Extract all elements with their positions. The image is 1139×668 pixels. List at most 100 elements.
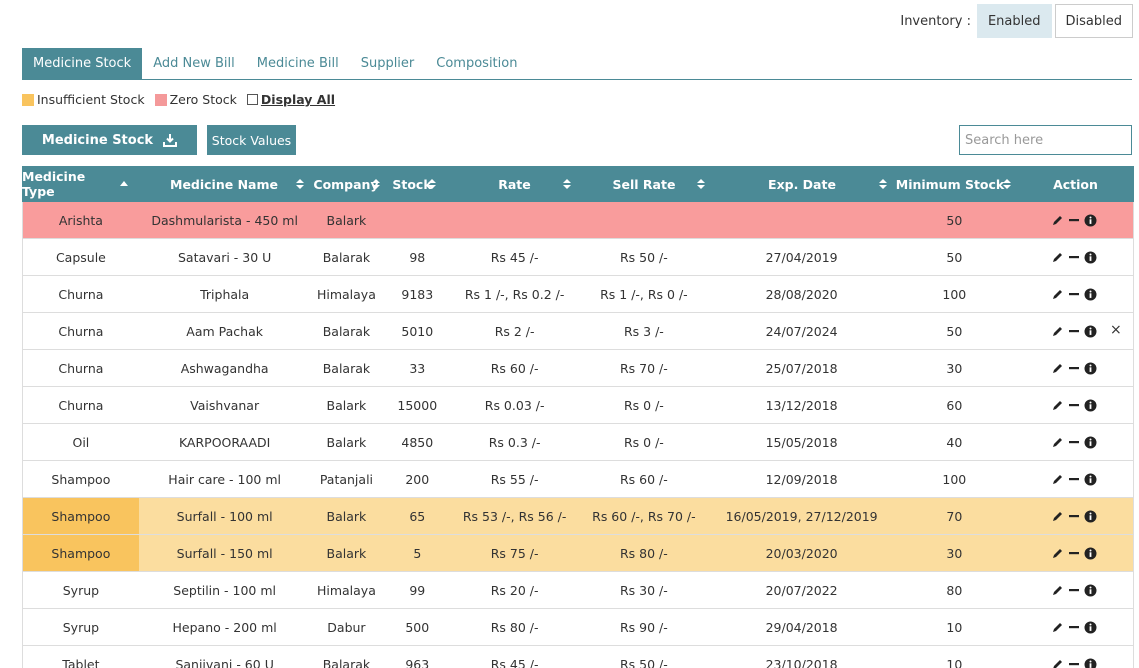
header-medicine-name-label: Medicine Name (170, 176, 278, 192)
edit-icon[interactable] (1052, 251, 1064, 263)
table-cell: 25/07/2018 (765, 360, 838, 376)
table-cell: 100 (942, 286, 967, 302)
tab-composition[interactable]: Composition (425, 48, 528, 79)
table-row[interactable]: Syrup Hepano - 200 ml Dabur 500 Rs 80 /- Rs 9… (22, 609, 1134, 646)
table-cell: Rs 45 /- (490, 249, 539, 265)
remove-icon[interactable] (1068, 362, 1080, 374)
zero-swatch (154, 93, 167, 106)
stock-values-button[interactable]: Stock Values (207, 125, 296, 155)
inventory-enabled-button[interactable]: Enabled (976, 4, 1052, 38)
table-cell: 50 (946, 323, 963, 339)
info-icon[interactable] (1084, 547, 1097, 560)
remove-icon[interactable] (1068, 584, 1080, 596)
remove-icon[interactable] (1068, 251, 1080, 263)
inventory-disabled-button[interactable]: Disabled (1054, 4, 1133, 38)
table-row[interactable]: Syrup Septilin - 100 ml Himalaya 99 Rs 20 /-… (22, 572, 1134, 609)
remove-icon[interactable] (1068, 288, 1080, 300)
remove-icon[interactable] (1068, 436, 1080, 448)
header-medicine-type[interactable]: Medicine Type (22, 166, 138, 202)
display-all-checkbox[interactable] (246, 94, 258, 105)
header-medicine-name[interactable]: Medicine Name (138, 166, 310, 202)
table-row[interactable]: Shampoo Surfall - 150 ml Balark 5 Rs 75 /- Rs… (22, 535, 1134, 572)
table-cell: Rs 0.3 /- (488, 434, 541, 450)
edit-icon[interactable] (1052, 621, 1064, 633)
edit-icon[interactable] (1052, 288, 1064, 300)
header-sell-rate[interactable]: Sell Rate (577, 166, 711, 202)
table-row[interactable]: Churna Aam Pachak Balarak 5010 Rs 2 /- Rs 3 /… (22, 313, 1134, 350)
table-row[interactable]: Shampoo Hair care - 100 ml Patanjali 200 Rs … (22, 461, 1134, 498)
table-cell: Himalaya (316, 286, 376, 302)
info-icon[interactable] (1084, 658, 1097, 668)
remove-icon[interactable] (1068, 658, 1080, 668)
edit-icon[interactable] (1052, 436, 1064, 448)
medicine-stock-download-button[interactable]: Medicine Stock (22, 125, 197, 155)
edit-icon[interactable] (1052, 547, 1064, 559)
remove-icon[interactable] (1068, 473, 1080, 485)
row-actions (1016, 350, 1133, 386)
table-row[interactable]: Churna Vaishvanar Balark 15000 Rs 0.03 /- Rs … (22, 387, 1134, 424)
table-cell: 5010 (401, 323, 434, 339)
info-icon[interactable] (1084, 362, 1097, 375)
table-cell: Rs 45 /- (490, 656, 539, 668)
table-cell: Syrup (62, 619, 100, 635)
table-row[interactable]: Arishta Dashmularista - 450 ml Balark 50 (22, 202, 1134, 239)
header-stock[interactable]: Stock (382, 166, 452, 202)
table-row[interactable]: Oil KARPOORAADI Balark 4850 Rs 0.3 /- Rs 0 /-… (22, 424, 1134, 461)
info-icon[interactable] (1084, 436, 1097, 449)
remove-icon[interactable] (1068, 510, 1080, 522)
close-icon[interactable]: × (1110, 322, 1122, 338)
info-icon[interactable] (1084, 325, 1097, 338)
table-cell: Balarak (322, 360, 371, 376)
edit-icon[interactable] (1052, 325, 1064, 337)
search-input[interactable] (959, 125, 1132, 155)
tab-medicine-bill[interactable]: Medicine Bill (246, 48, 350, 79)
edit-icon[interactable] (1052, 584, 1064, 596)
action-icons (1052, 510, 1097, 523)
tab-supplier[interactable]: Supplier (350, 48, 426, 79)
action-icons (1052, 436, 1097, 449)
inventory-toggle: Inventory : Enabled Disabled (900, 4, 1133, 38)
table-cell: 15000 (397, 397, 438, 413)
table-row[interactable]: Shampoo Surfall - 100 ml Balark 65 Rs 53 /-,… (22, 498, 1134, 535)
table-row[interactable]: Capsule Satavari - 30 U Balarak 98 Rs 45 /- R… (22, 239, 1134, 276)
info-icon[interactable] (1084, 399, 1097, 412)
edit-icon[interactable] (1052, 399, 1064, 411)
info-icon[interactable] (1084, 584, 1097, 597)
row-actions (1016, 461, 1133, 497)
table-cell: Rs 1 /-, Rs 0 /- (600, 286, 688, 302)
edit-icon[interactable] (1052, 214, 1064, 226)
tab-medicine-stock[interactable]: Medicine Stock (22, 48, 143, 79)
table-cell: Hepano - 200 ml (172, 619, 277, 635)
table-row[interactable]: Tablet Sanjivani - 60 U Balarak 963 Rs 45 /-… (22, 646, 1134, 668)
header-company[interactable]: Company (310, 166, 382, 202)
info-icon[interactable] (1084, 251, 1097, 264)
display-all-toggle[interactable]: Display All (246, 92, 335, 107)
info-icon[interactable] (1084, 214, 1097, 227)
legend-zero-label: Zero Stock (169, 92, 237, 107)
display-all-label[interactable]: Display All (261, 92, 335, 107)
table-cell: 4850 (401, 434, 434, 450)
remove-icon[interactable] (1068, 547, 1080, 559)
remove-icon[interactable] (1068, 399, 1080, 411)
edit-icon[interactable] (1052, 362, 1064, 374)
info-icon[interactable] (1084, 510, 1097, 523)
remove-icon[interactable] (1068, 214, 1080, 226)
info-icon[interactable] (1084, 621, 1097, 634)
edit-icon[interactable] (1052, 473, 1064, 485)
tab-add-new-bill[interactable]: Add New Bill (142, 48, 246, 79)
medicine-stock-table: Medicine Type Medicine Name Company Stoc… (22, 166, 1134, 668)
table-row[interactable]: Churna Ashwagandha Balarak 33 Rs 60 /- Rs 70 … (22, 350, 1134, 387)
table-cell: Rs 80 /- (490, 619, 539, 635)
header-rate[interactable]: Rate (452, 166, 577, 202)
header-rate-label: Rate (498, 176, 531, 192)
table-cell: Rs 30 /- (620, 582, 668, 598)
edit-icon[interactable] (1052, 510, 1064, 522)
header-minimum-stock[interactable]: Minimum Stock (893, 166, 1017, 202)
info-icon[interactable] (1084, 288, 1097, 301)
info-icon[interactable] (1084, 473, 1097, 486)
remove-icon[interactable] (1068, 325, 1080, 337)
header-exp-date[interactable]: Exp. Date (711, 166, 893, 202)
remove-icon[interactable] (1068, 621, 1080, 633)
edit-icon[interactable] (1052, 658, 1064, 668)
table-row[interactable]: Churna Triphala Himalaya 9183 Rs 1 /-, Rs 0.… (22, 276, 1134, 313)
